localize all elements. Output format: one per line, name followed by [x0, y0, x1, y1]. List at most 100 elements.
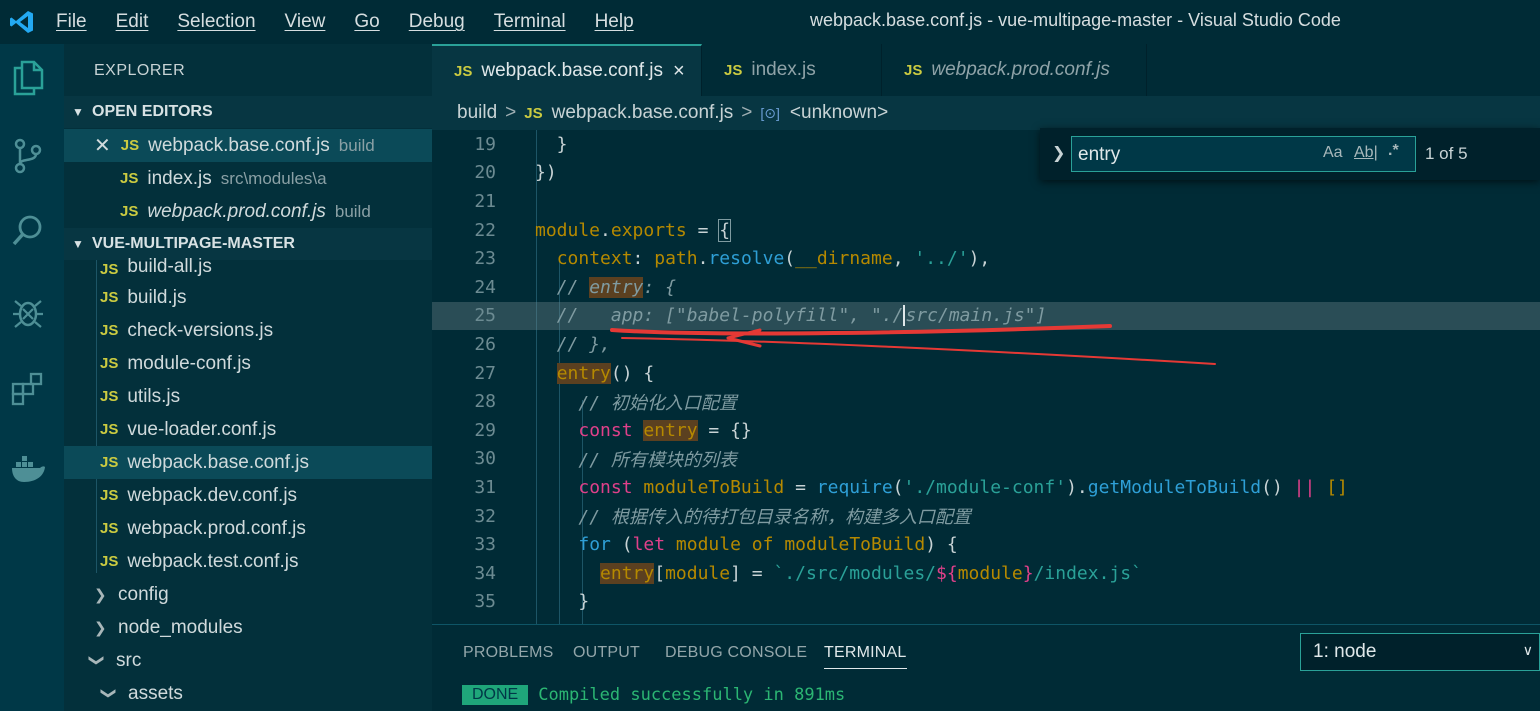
tab-webpack-prod[interactable]: JS webpack.prod.conf.js — [882, 44, 1147, 96]
search-icon[interactable] — [8, 212, 48, 252]
js-file-icon: JS — [100, 553, 119, 570]
close-icon[interactable]: × — [673, 60, 685, 83]
whole-word-toggle[interactable]: Ab| — [1354, 144, 1378, 162]
folder-name: node_modules — [118, 616, 243, 638]
chevron-right-icon: ❯ — [94, 619, 107, 637]
menu-file[interactable]: File — [56, 11, 87, 33]
open-editor-item[interactable]: JS webpack.prod.conf.js build — [64, 195, 432, 228]
folder-item[interactable]: ❯ src — [64, 644, 432, 677]
menu-debug[interactable]: Debug — [409, 11, 465, 33]
chevron-down-icon: ❯ — [88, 653, 105, 667]
open-editor-desc: build — [334, 201, 371, 221]
debug-icon[interactable] — [8, 292, 48, 332]
source-control-icon[interactable] — [8, 136, 48, 176]
match-case-toggle[interactable]: Aa — [1323, 144, 1343, 162]
menu-view[interactable]: View — [285, 11, 326, 33]
open-editor-item[interactable]: JS index.js src\modules\a — [64, 162, 432, 195]
code-text: } — [535, 591, 590, 613]
terminal-output: DONE Compiled successfully in 891ms — [462, 685, 845, 705]
menu-edit[interactable]: Edit — [116, 11, 149, 33]
open-editor-item[interactable]: ✕ JS webpack.base.conf.js build — [64, 129, 432, 162]
js-file-icon: JS — [120, 137, 140, 154]
js-file-icon: JS — [100, 487, 119, 504]
code-text: } — [535, 133, 568, 155]
file-item[interactable]: JS check-versions.js — [64, 314, 432, 347]
window-title: webpack.base.conf.js - vue-multipage-mas… — [810, 10, 1341, 30]
editor-tabs: JS webpack.base.conf.js × JS index.js JS… — [432, 44, 1540, 96]
file-name: check-versions.js — [127, 319, 274, 341]
code-line: 22 module.exports = { — [432, 216, 1540, 245]
breadcrumb-file[interactable]: webpack.base.conf.js — [552, 102, 734, 124]
title-bar: File Edit Selection View Go Debug Termin… — [0, 0, 1540, 44]
tab-index[interactable]: JS index.js — [702, 44, 882, 96]
file-item[interactable]: JS build-all.js — [64, 250, 432, 278]
file-name: build.js — [127, 286, 187, 308]
js-file-icon: JS — [100, 520, 119, 537]
js-file-icon: JS — [724, 61, 743, 79]
js-file-icon: JS — [100, 322, 119, 339]
folder-item[interactable]: ❯ config — [64, 578, 432, 611]
bottom-panel: PROBLEMS OUTPUT DEBUG CONSOLE TERMINAL 1… — [432, 624, 1540, 711]
terminal-message: Compiled successfully in 891ms — [538, 685, 846, 705]
line-number: 34 — [474, 562, 496, 584]
breadcrumb-symbol[interactable]: <unknown> — [790, 102, 888, 124]
chevron-down-icon: ❯ — [100, 686, 117, 700]
tab-debug-console[interactable]: DEBUG CONSOLE — [665, 644, 807, 662]
folder-item[interactable]: ❯ assets — [64, 677, 432, 710]
tab-terminal[interactable]: TERMINAL — [824, 644, 907, 669]
file-item[interactable]: JS utils.js — [64, 380, 432, 413]
file-item[interactable]: JS webpack.prod.conf.js — [64, 512, 432, 545]
menu-help[interactable]: Help — [595, 11, 634, 33]
folder-name: src — [116, 649, 142, 671]
line-number: 22 — [474, 219, 496, 241]
code-line: 34 entry[module] = `./src/modules/${modu… — [432, 559, 1540, 588]
line-number: 23 — [474, 248, 496, 270]
file-item[interactable]: JS vue-loader.conf.js — [64, 413, 432, 446]
folder-item[interactable]: ❯ node_modules — [64, 611, 432, 644]
file-item[interactable]: JS webpack.base.conf.js — [64, 446, 432, 479]
code-line: 35 } — [432, 588, 1540, 617]
line-number: 26 — [474, 333, 496, 355]
tab-output[interactable]: OUTPUT — [573, 644, 640, 662]
menu-go[interactable]: Go — [354, 11, 379, 33]
file-name: webpack.base.conf.js — [127, 451, 310, 473]
file-item[interactable]: JS module-conf.js — [64, 347, 432, 380]
extensions-icon[interactable] — [8, 370, 48, 410]
menu-terminal[interactable]: Terminal — [494, 11, 566, 33]
open-editor-name: webpack.prod.conf.js — [147, 200, 326, 222]
file-item[interactable]: JS webpack.dev.conf.js — [64, 479, 432, 512]
tab-problems[interactable]: PROBLEMS — [463, 644, 554, 662]
menu-selection[interactable]: Selection — [177, 11, 255, 33]
folder-name: assets — [128, 682, 183, 704]
file-item[interactable]: JS build.js — [64, 281, 432, 314]
regex-toggle[interactable]: .* — [1388, 142, 1399, 160]
file-name: utils.js — [127, 385, 181, 407]
status-badge: DONE — [462, 685, 529, 705]
code-line: 31 const moduleToBuild = require('./modu… — [432, 473, 1540, 502]
explorer-icon[interactable] — [8, 58, 48, 98]
code-text: const entry = {} — [578, 419, 752, 441]
open-editor-name: webpack.base.conf.js — [148, 134, 330, 156]
open-editors-header[interactable]: ▼ OPEN EDITORS — [64, 96, 432, 128]
explorer-sidebar: EXPLORER ▼ OPEN EDITORS ✕ JS webpack.bas… — [64, 44, 432, 711]
chevron-down-icon: ▼ — [72, 105, 84, 119]
chevron-right-icon[interactable]: ❯ — [1052, 143, 1065, 163]
js-file-icon: JS — [120, 203, 139, 220]
activity-bar — [0, 44, 64, 711]
code-editor[interactable]: 19 } 20}) 21 22 module.exports = { 23 con… — [432, 130, 1540, 624]
terminal-select[interactable]: 1: node ∨ — [1300, 633, 1540, 671]
docker-icon[interactable] — [8, 448, 48, 488]
tab-webpack-base[interactable]: JS webpack.base.conf.js × — [432, 44, 702, 96]
line-number: 27 — [474, 362, 496, 384]
code-line: 30 // 所有模块的列表 — [432, 445, 1540, 474]
line-number: 20 — [474, 162, 496, 184]
breadcrumb-folder[interactable]: build — [457, 102, 497, 124]
code-line: 23 context: path.resolve(__dirname, '../… — [432, 244, 1540, 273]
line-number: 35 — [474, 591, 496, 613]
file-name: webpack.dev.conf.js — [127, 484, 298, 506]
file-item[interactable]: JS webpack.test.conf.js — [64, 545, 432, 578]
close-icon[interactable]: ✕ — [94, 133, 111, 158]
tab-label: index.js — [751, 59, 816, 80]
open-editor-name: index.js — [147, 167, 212, 189]
vscode-logo-icon — [0, 0, 44, 44]
